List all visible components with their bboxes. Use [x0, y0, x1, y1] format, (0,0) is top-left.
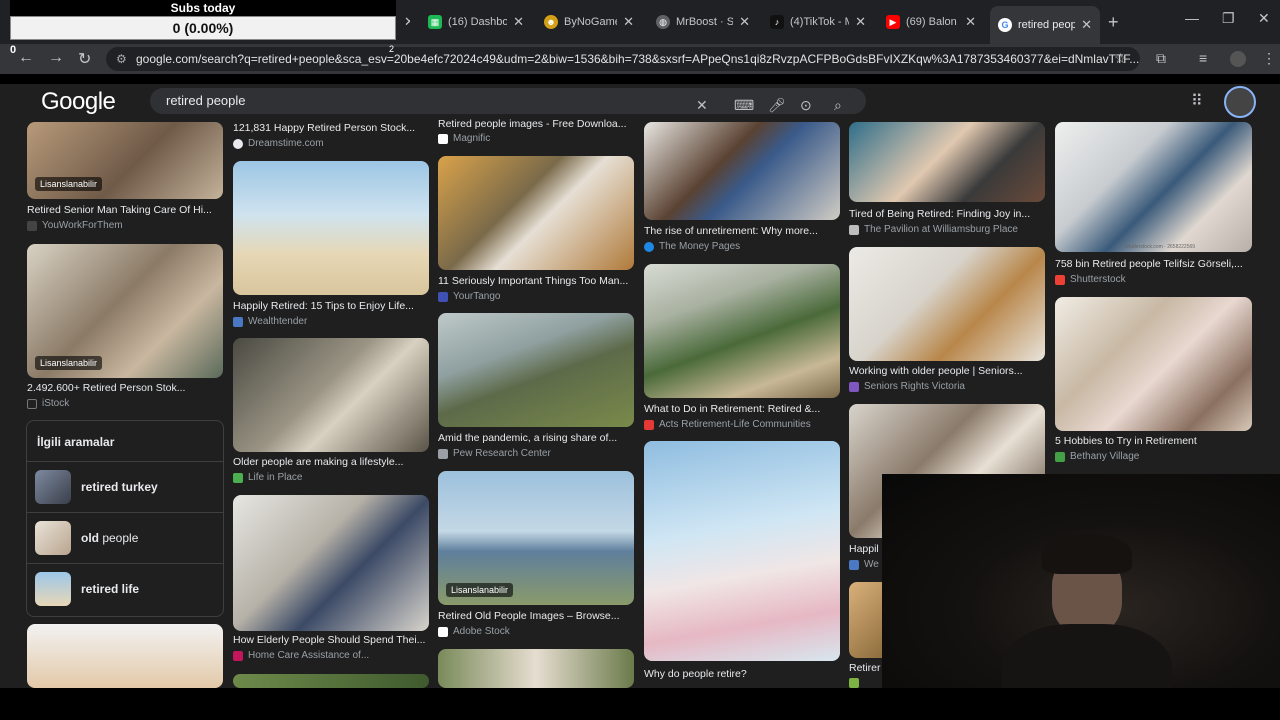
- minimize-icon[interactable]: —: [1185, 10, 1199, 26]
- search-query: retired people: [166, 93, 246, 108]
- source-favicon-icon: [849, 224, 859, 235]
- source-favicon-icon: [644, 241, 654, 252]
- result-image[interactable]: [233, 161, 429, 295]
- subs-overlay: Subs today 0 (0.00%): [10, 0, 396, 42]
- keyboard-icon[interactable]: ⌨: [734, 92, 754, 118]
- related-item-old-people[interactable]: old people: [27, 512, 223, 563]
- source-favicon-icon: [644, 419, 654, 430]
- result-image[interactable]: Lisanslanabilir: [27, 122, 223, 199]
- microphone-icon[interactable]: 🎤︎: [768, 92, 786, 118]
- source-favicon-icon: [1055, 274, 1065, 285]
- close-icon[interactable]: ✕: [1081, 17, 1092, 33]
- source-favicon-icon: [233, 650, 243, 661]
- related-item-retired-life[interactable]: retired life: [27, 563, 223, 614]
- source-favicon-icon: [27, 398, 37, 409]
- tab-tiktok[interactable]: ♪ (4)TikTok - M ✕: [762, 8, 874, 36]
- source-favicon-icon: [438, 291, 448, 302]
- lens-icon[interactable]: ⊙: [800, 92, 812, 118]
- result-image[interactable]: [233, 338, 429, 452]
- source-favicon-icon: [438, 626, 448, 637]
- clear-icon[interactable]: ✕: [696, 92, 708, 118]
- source-favicon-icon: [849, 559, 859, 570]
- source-favicon-icon: [233, 316, 243, 327]
- result-image[interactable]: [438, 649, 634, 688]
- tab-google-active[interactable]: G retired peop ✕: [990, 6, 1100, 44]
- maximize-icon[interactable]: ❐: [1222, 10, 1235, 27]
- result-image[interactable]: [644, 264, 840, 398]
- dashboard-icon: ▦: [428, 15, 442, 29]
- screen: ✕ ▦ (16) Dashbo ✕ ☻ ByNoGame ✕ ◍ MrBoost…: [0, 0, 1280, 720]
- menu-icon[interactable]: ⋮: [1262, 50, 1276, 67]
- watermark: shutterstock.com · 2658222569: [1125, 244, 1196, 250]
- close-icon[interactable]: ✕: [855, 14, 866, 30]
- source-favicon-icon: [849, 381, 859, 392]
- close-icon[interactable]: ✕: [404, 14, 410, 30]
- source-favicon-icon: [27, 220, 37, 231]
- source-favicon-icon: [233, 472, 243, 483]
- media-control-icon[interactable]: ≡: [1199, 50, 1207, 66]
- search-icon[interactable]: ⌕: [834, 92, 842, 118]
- result-image[interactable]: [233, 674, 429, 688]
- back-icon[interactable]: ←: [18, 49, 34, 67]
- subs-title: Subs today: [10, 0, 396, 16]
- subs-min: 0: [10, 44, 17, 56]
- result-image[interactable]: [233, 495, 429, 631]
- result-image[interactable]: Lisanslanabilir: [27, 244, 223, 378]
- new-tab-button[interactable]: +: [1108, 12, 1119, 33]
- tab-dashboard[interactable]: ▦ (16) Dashbo ✕: [420, 8, 532, 36]
- source-favicon-icon: [1055, 451, 1065, 462]
- result-image[interactable]: [1055, 297, 1252, 431]
- result-image[interactable]: shutterstock.com · 2658222569: [1055, 122, 1252, 252]
- bottom-bar: [0, 688, 1280, 720]
- result-image[interactable]: Lisanslanabilir: [438, 471, 634, 605]
- site-info-icon[interactable]: ⚙: [116, 47, 127, 71]
- forward-icon[interactable]: →: [48, 49, 64, 67]
- apps-grid-icon[interactable]: ⠿: [1191, 91, 1203, 111]
- window-close-icon[interactable]: ✕: [1258, 10, 1270, 27]
- bookmark-star-icon[interactable]: ☆: [1114, 50, 1127, 67]
- close-icon[interactable]: ✕: [965, 14, 976, 30]
- result-image[interactable]: [27, 624, 223, 688]
- url-text: google.com/search?q=retired+people&sca_e…: [136, 52, 1140, 66]
- result-image[interactable]: [644, 122, 840, 220]
- source-favicon-icon: [438, 448, 448, 459]
- result-image[interactable]: [849, 247, 1045, 361]
- result-image[interactable]: [849, 122, 1045, 202]
- source-favicon-icon: [438, 133, 448, 144]
- game-icon: ☻: [544, 15, 558, 29]
- account-avatar[interactable]: [1224, 86, 1256, 118]
- source-favicon-icon: [849, 678, 859, 688]
- close-icon[interactable]: ✕: [623, 14, 634, 30]
- address-bar[interactable]: ⚙ google.com/search?q=retired+people&sca…: [106, 47, 1140, 71]
- tab-youtube[interactable]: ▶ (69) Balon D ✕: [878, 8, 984, 36]
- subs-max: 2: [389, 44, 395, 54]
- search-input[interactable]: retired people ✕ ⌨ 🎤︎ ⊙ ⌕: [150, 88, 866, 114]
- globe-icon: ◍: [656, 15, 670, 29]
- youtube-icon: ▶: [886, 15, 900, 29]
- result-image[interactable]: [644, 441, 840, 661]
- hair-shape: [1042, 534, 1132, 574]
- subs-progress-bar: 0 (0.00%): [10, 16, 396, 40]
- close-icon[interactable]: ✕: [513, 14, 524, 30]
- profile-icon[interactable]: [1230, 51, 1246, 67]
- reload-icon[interactable]: ↻: [78, 49, 91, 69]
- tab-bynogame[interactable]: ☻ ByNoGame ✕: [536, 8, 642, 36]
- related-item-retired-turkey[interactable]: retired turkey: [27, 461, 223, 512]
- source-favicon-icon: [233, 138, 243, 149]
- google-icon: G: [998, 18, 1012, 32]
- google-logo[interactable]: Google: [41, 88, 116, 116]
- result-image[interactable]: [438, 313, 634, 427]
- webcam-overlay: [882, 474, 1280, 720]
- browser-toolbar: ← → ↻ ⚙ google.com/search?q=retired+peop…: [0, 44, 1280, 74]
- extensions-icon[interactable]: ⧉: [1156, 50, 1166, 67]
- close-icon[interactable]: ✕: [739, 14, 750, 30]
- tab-mrboost[interactable]: ◍ MrBoost · Sp ✕: [648, 8, 758, 36]
- tiktok-icon: ♪: [770, 15, 784, 29]
- result-image[interactable]: [438, 156, 634, 270]
- related-searches: İlgili aramalar retired turkey old peopl…: [26, 420, 224, 617]
